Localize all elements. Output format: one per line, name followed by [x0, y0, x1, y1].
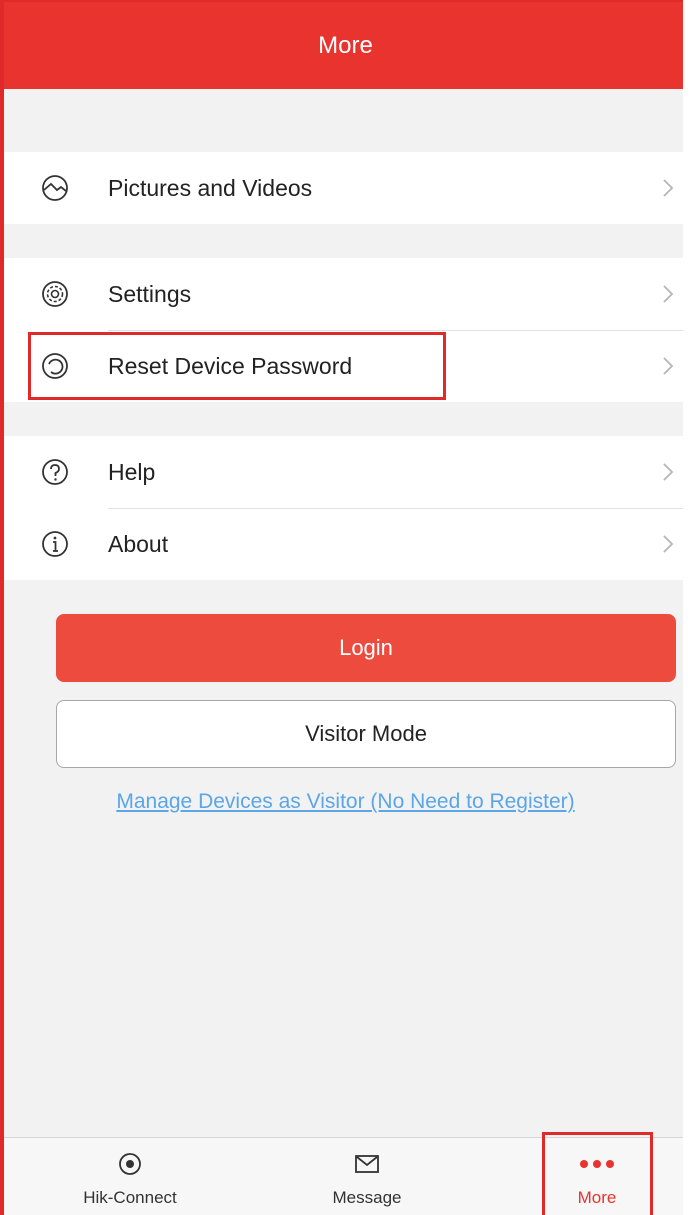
more-tab-highlight-box — [542, 1132, 653, 1215]
menu-item-label: Help — [108, 458, 156, 485]
menu-item-label: Pictures and Videos — [108, 174, 313, 201]
about-icon — [42, 531, 68, 557]
chevron-right-icon — [663, 357, 674, 375]
help-icon — [42, 459, 68, 485]
menu-group-media: Pictures and Videos — [4, 152, 687, 224]
menu-item-label: Settings — [108, 280, 192, 307]
menu-item-label: About — [108, 530, 169, 557]
menu-item-help[interactable]: Help — [4, 436, 687, 508]
visitor-mode-label: Visitor Mode — [305, 721, 427, 746]
menu-item-about[interactable]: About — [4, 508, 687, 580]
hik-connect-icon — [113, 1150, 147, 1178]
tab-hik-connect[interactable]: Hik-Connect — [40, 1138, 220, 1215]
pictures-icon — [42, 175, 68, 201]
message-icon — [350, 1150, 384, 1178]
frame-edge — [683, 0, 693, 1215]
menu-item-pictures-and-videos[interactable]: Pictures and Videos — [4, 152, 687, 224]
chevron-right-icon — [663, 535, 674, 553]
menu-item-settings[interactable]: Settings — [4, 258, 687, 330]
menu-group-info: Help About — [4, 436, 687, 580]
login-button[interactable]: Login — [56, 614, 676, 682]
settings-icon — [42, 281, 68, 307]
reset-password-highlight-box — [28, 332, 446, 400]
tab-message[interactable]: Message — [277, 1138, 457, 1215]
chevron-right-icon — [663, 463, 674, 481]
visitor-mode-button[interactable]: Visitor Mode — [56, 700, 676, 768]
chevron-right-icon — [663, 179, 674, 197]
header-bar: More — [4, 2, 687, 89]
app-screen: More Pictures and Videos Settings Reset … — [0, 0, 693, 1215]
tab-label: Message — [332, 1188, 402, 1207]
chevron-right-icon — [663, 285, 674, 303]
tab-label: Hik-Connect — [83, 1188, 177, 1207]
manage-devices-visitor-link[interactable]: Manage Devices as Visitor (No Need to Re… — [4, 790, 687, 814]
page-title: More — [318, 31, 373, 59]
